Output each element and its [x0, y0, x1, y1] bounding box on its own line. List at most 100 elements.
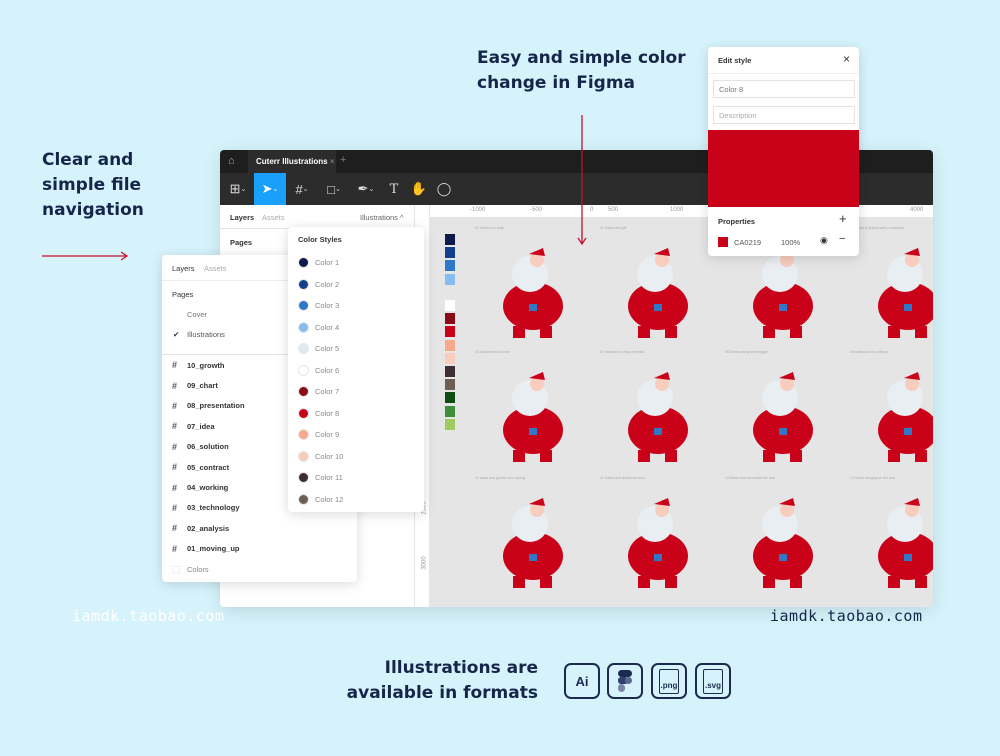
format-label: Ai	[575, 673, 589, 689]
color-preview	[708, 130, 859, 207]
canvas-swatch[interactable]	[445, 247, 455, 259]
new-tab-icon[interactable]: +	[340, 154, 346, 166]
svg-file-icon: .svg	[695, 663, 731, 699]
santa-illustration	[878, 372, 933, 462]
santa-illustration	[878, 498, 933, 588]
canvas-swatch[interactable]	[445, 300, 455, 311]
color-style-item[interactable]: Color 2	[288, 274, 424, 296]
santa-illustration	[503, 498, 563, 588]
color-styles-panel: Color Styles Color 1 Color 2 Color 3 Color …	[288, 227, 424, 512]
comment-tool-icon[interactable]: ◯	[428, 173, 460, 205]
tab-layers[interactable]: Layers	[230, 213, 254, 222]
checkmark-icon: ✔	[173, 330, 180, 339]
layer-item[interactable]: #02_analysis	[162, 518, 357, 538]
illustration-frame[interactable]: 01 Santa in a chair	[475, 226, 585, 346]
color-style-name: Color 11	[315, 473, 343, 483]
color-style-item[interactable]: Color 10	[288, 446, 424, 468]
canvas-swatch[interactable]	[445, 392, 455, 404]
tab-layers[interactable]: Layers	[172, 264, 195, 273]
illustration-frame[interactable]: 14 Santa hanging on the tree	[850, 476, 933, 596]
color-dot	[298, 343, 309, 355]
canvas-swatch[interactable]	[445, 405, 455, 417]
figma-menu-icon[interactable]: ⊞ ⌄	[222, 173, 254, 205]
close-icon[interactable]: ×	[843, 52, 850, 66]
canvas-swatch[interactable]	[445, 379, 455, 391]
illustration-frame[interactable]: 05 Santa rides a horse	[475, 350, 585, 470]
layer-name: 09_chart	[187, 381, 218, 391]
layer-name: 04_working	[187, 483, 229, 493]
frame-tool-icon[interactable]: # ⌄	[286, 173, 318, 205]
eye-icon[interactable]: ◉	[820, 235, 828, 246]
illustration-frame[interactable]: 02 Santa and gift	[600, 226, 710, 346]
frame-icon: #	[172, 380, 178, 391]
color-style-name: Color 7	[315, 387, 340, 397]
color-style-name: Color 3	[315, 301, 340, 311]
canvas-swatch[interactable]	[445, 260, 455, 272]
color-style-item[interactable]: Color 6	[288, 360, 424, 382]
move-tool-icon[interactable]: ➤ ⌄	[254, 173, 286, 205]
headline-color-change: Easy and simple color change in Figma	[477, 46, 686, 96]
canvas-swatch[interactable]	[445, 366, 455, 377]
canvas-swatch[interactable]	[445, 326, 455, 338]
color-swatch[interactable]	[718, 237, 728, 247]
description-input[interactable]: Description	[713, 106, 855, 124]
close-tab-icon[interactable]: ×	[330, 157, 335, 166]
color-style-item[interactable]: Color 5	[288, 338, 424, 360]
style-name-input[interactable]: Color 8	[713, 80, 855, 98]
color-style-item[interactable]: Color 3	[288, 295, 424, 317]
illustration-frame[interactable]: 04 Santa is played with a snowball	[850, 226, 933, 346]
layer-name: 07_idea	[187, 421, 215, 431]
ruler-label: 0	[590, 207, 594, 213]
canvas-swatch[interactable]	[445, 352, 455, 364]
headline-formats: Illustrations are available in formats	[340, 656, 538, 706]
page-item-illustrations[interactable]: Illustrations	[187, 330, 225, 339]
canvas[interactable]: 01 Santa in a chair02 Santa and gift03 S…	[430, 218, 933, 607]
divider	[708, 73, 859, 74]
color-style-item[interactable]: Color 7	[288, 381, 424, 403]
tab-assets[interactable]: Assets	[262, 213, 285, 222]
color-style-list: Color 1 Color 2 Color 3 Color 4 Color 5 Color…	[288, 252, 424, 510]
canvas-swatch[interactable]	[445, 234, 455, 245]
color-style-item[interactable]: Color 8	[288, 403, 424, 425]
canvas-swatch[interactable]	[445, 313, 455, 325]
file-tab-title: Cuterr Illustrations	[256, 157, 328, 166]
hex-value[interactable]: CA0219	[734, 238, 761, 247]
frame-caption: 13 Santa and decorates the tree	[725, 476, 776, 480]
illustration-frame[interactable]: 13 Santa and decorates the tree	[725, 476, 835, 596]
santa-illustration	[628, 248, 688, 338]
color-style-item[interactable]: Color 4	[288, 317, 424, 339]
headline-line: available in formats	[346, 683, 538, 703]
canvas-swatch[interactable]	[445, 418, 455, 430]
file-tab[interactable]: Cuterr Illustrations ×	[248, 150, 336, 173]
illustration-frame[interactable]: 08 Santa and gnome juggle	[725, 350, 835, 470]
frame-caption: 09 santa and toy lollipop	[850, 350, 888, 354]
layer-name: 02_analysis	[187, 523, 230, 533]
layer-item-colors[interactable]: ⬚ Colors	[162, 559, 357, 579]
illustration-frame[interactable]: 11 santa and gnome on a spring	[475, 476, 585, 596]
home-icon[interactable]: ⌂	[228, 155, 235, 167]
color-style-item[interactable]: Color 9	[288, 424, 424, 446]
layer-name: 03_technology	[187, 503, 240, 513]
color-style-item[interactable]: Color 11	[288, 467, 424, 489]
page-item-cover[interactable]: Cover	[187, 310, 207, 319]
illustration-frame[interactable]: 12 Santa and christmas sock	[600, 476, 710, 596]
remove-property-icon[interactable]: −	[839, 233, 845, 245]
layer-item[interactable]: #01_moving_up	[162, 539, 357, 559]
opacity-value[interactable]: 100%	[781, 238, 800, 247]
frame-icon: #	[172, 400, 178, 411]
page-selector[interactable]: Illustrations ^	[360, 213, 404, 222]
color-style-name: Color 2	[315, 279, 340, 289]
frame-caption: 14 Santa hanging on the tree	[850, 476, 896, 480]
illustration-frame[interactable]: 09 santa and toy lollipop	[850, 350, 933, 470]
color-style-item[interactable]: Color 12	[288, 489, 424, 511]
tab-assets[interactable]: Assets	[204, 264, 227, 273]
color-style-item[interactable]: Color 1	[288, 252, 424, 274]
canvas-swatch[interactable]	[445, 339, 455, 351]
color-dot	[298, 472, 309, 484]
frame-caption: 11 santa and gnome on a spring	[475, 476, 525, 480]
add-property-icon[interactable]: +	[839, 211, 847, 226]
illustration-frame[interactable]: 07 santa and a bag of treats	[600, 350, 710, 470]
canvas-swatch[interactable]	[445, 273, 455, 285]
properties-label: Properties	[718, 217, 756, 226]
shape-tool-icon[interactable]: □ ⌄	[318, 173, 350, 205]
